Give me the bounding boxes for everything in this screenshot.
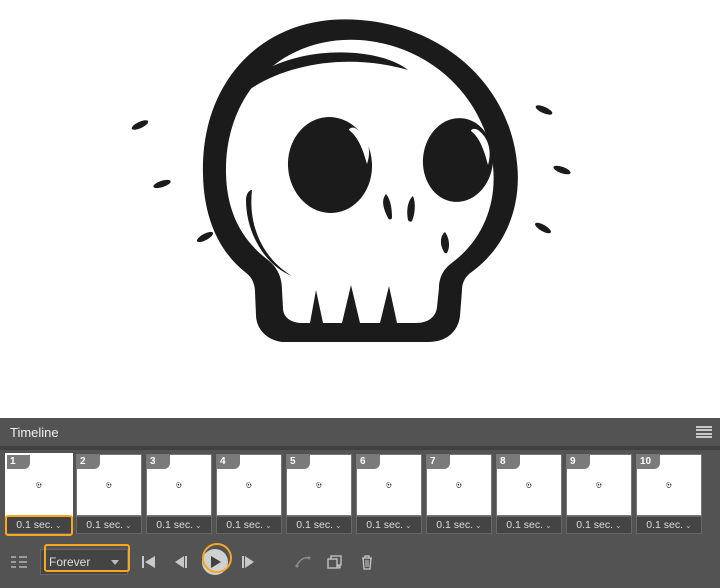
frame-duration-8[interactable]: 0.1 sec.⌄ — [496, 516, 562, 534]
chevron-down-icon: ⌄ — [195, 521, 202, 530]
frame-10[interactable]: 10 — [636, 454, 702, 516]
chevron-down-icon: ⌄ — [545, 521, 552, 530]
frame-2[interactable]: 2 — [76, 454, 142, 516]
playback-controls: Forever — [0, 540, 720, 584]
frame-thumbnail — [567, 455, 631, 515]
frame-duration-label: 0.1 sec. — [436, 519, 473, 531]
frame-thumbnail — [427, 455, 491, 515]
tween-icon[interactable] — [292, 551, 314, 573]
chevron-down-icon: ⌄ — [475, 521, 482, 530]
timeline-panel: Timeline 12345678910 0.1 sec.⌄0.1 sec.⌄0… — [0, 418, 720, 588]
frame-3[interactable]: 3 — [146, 454, 212, 516]
frame-duration-10[interactable]: 0.1 sec.⌄ — [636, 516, 702, 534]
frame-thumbnail — [357, 455, 421, 515]
frame-duration-4[interactable]: 0.1 sec.⌄ — [216, 516, 282, 534]
chevron-down-icon: ⌄ — [685, 521, 692, 530]
frame-duration-label: 0.1 sec. — [366, 519, 403, 531]
chevron-down-icon — [111, 560, 119, 565]
timeline-title: Timeline — [10, 425, 59, 440]
chevron-down-icon: ⌄ — [405, 521, 412, 530]
frame-duration-3[interactable]: 0.1 sec.⌄ — [146, 516, 212, 534]
frame-5[interactable]: 5 — [286, 454, 352, 516]
frame-9[interactable]: 9 — [566, 454, 632, 516]
frame-4[interactable]: 4 — [216, 454, 282, 516]
frame-duration-2[interactable]: 0.1 sec.⌄ — [76, 516, 142, 534]
frames-row: 12345678910 — [0, 450, 720, 516]
timeline-header: Timeline — [0, 418, 720, 450]
frame-duration-label: 0.1 sec. — [506, 519, 543, 531]
frame-thumbnail — [217, 455, 281, 515]
frame-duration-label: 0.1 sec. — [296, 519, 333, 531]
canvas-area[interactable] — [0, 0, 720, 418]
panel-menu-icon[interactable] — [696, 426, 712, 438]
frame-1[interactable]: 1 — [6, 454, 72, 516]
frame-duration-label: 0.1 sec. — [576, 519, 613, 531]
frame-duration-7[interactable]: 0.1 sec.⌄ — [426, 516, 492, 534]
frame-duration-1[interactable]: 0.1 sec.⌄ — [6, 516, 72, 534]
loop-mode-label: Forever — [49, 555, 90, 569]
frame-8[interactable]: 8 — [496, 454, 562, 516]
frame-duration-5[interactable]: 0.1 sec.⌄ — [286, 516, 352, 534]
frame-duration-label: 0.1 sec. — [156, 519, 193, 531]
skull-illustration — [0, 0, 720, 418]
delete-frame-icon[interactable] — [356, 551, 378, 573]
frame-thumbnail — [637, 455, 701, 515]
first-frame-button[interactable] — [138, 551, 160, 573]
chevron-down-icon: ⌄ — [265, 521, 272, 530]
frame-duration-6[interactable]: 0.1 sec.⌄ — [356, 516, 422, 534]
loop-mode-select[interactable]: Forever — [40, 549, 128, 575]
frame-duration-9[interactable]: 0.1 sec.⌄ — [566, 516, 632, 534]
frame-thumbnail — [77, 455, 141, 515]
frame-thumbnail — [7, 455, 71, 515]
frame-thumbnail — [287, 455, 351, 515]
frame-duration-label: 0.1 sec. — [16, 519, 53, 531]
duplicate-frame-icon[interactable] — [324, 551, 346, 573]
chevron-down-icon: ⌄ — [55, 521, 62, 530]
frame-thumbnail — [497, 455, 561, 515]
frame-duration-label: 0.1 sec. — [646, 519, 683, 531]
durations-row: 0.1 sec.⌄0.1 sec.⌄0.1 sec.⌄0.1 sec.⌄0.1 … — [0, 516, 720, 534]
play-button[interactable] — [202, 549, 228, 575]
prev-frame-button[interactable] — [170, 551, 192, 573]
frame-thumbnail — [147, 455, 211, 515]
chevron-down-icon: ⌄ — [125, 521, 132, 530]
next-frame-button[interactable] — [238, 551, 260, 573]
frame-duration-label: 0.1 sec. — [226, 519, 263, 531]
frame-duration-label: 0.1 sec. — [86, 519, 123, 531]
chevron-down-icon: ⌄ — [335, 521, 342, 530]
frame-7[interactable]: 7 — [426, 454, 492, 516]
convert-timeline-icon[interactable] — [8, 551, 30, 573]
chevron-down-icon: ⌄ — [615, 521, 622, 530]
frame-6[interactable]: 6 — [356, 454, 422, 516]
